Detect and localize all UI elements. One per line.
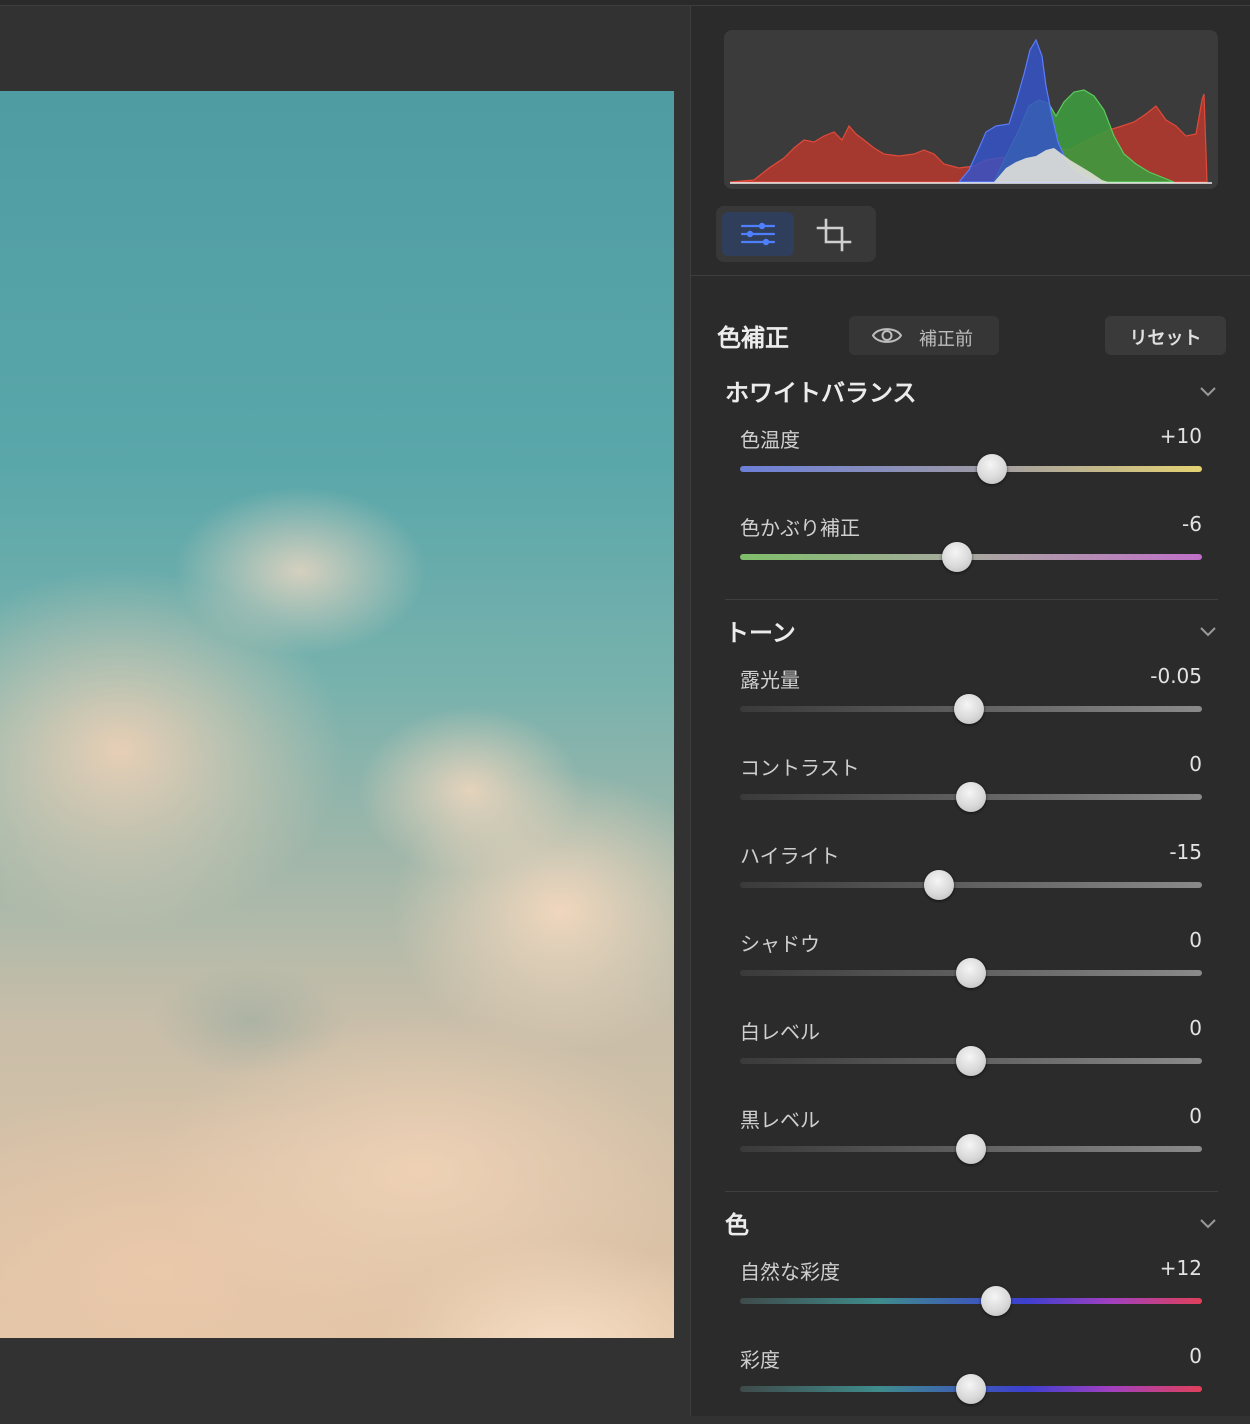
chevron-down-icon[interactable] <box>1196 619 1220 643</box>
slider-color-temperature: 色温度 +10 <box>740 424 1202 504</box>
slider-thumb[interactable] <box>953 694 984 724</box>
slider-label: 色温度 <box>740 428 800 452</box>
chevron-down-icon[interactable] <box>1196 379 1220 403</box>
slider-exposure: 露光量 -0.05 <box>740 664 1202 744</box>
slider-track[interactable] <box>740 1298 1202 1304</box>
section-title-tone[interactable]: トーン <box>725 613 796 648</box>
section-title-color[interactable]: 色 <box>725 1205 749 1240</box>
panel-title: 色補正 <box>717 324 789 352</box>
slider-shadows: シャドウ 0 <box>740 928 1202 1008</box>
slider-thumb[interactable] <box>956 1046 986 1076</box>
slider-tint: 色かぶり補正 -6 <box>740 512 1202 592</box>
slider-value[interactable]: +10 <box>1160 424 1202 448</box>
slider-value[interactable]: 0 <box>1189 1344 1202 1368</box>
slider-thumb[interactable] <box>956 1134 986 1164</box>
slider-value[interactable]: -0.05 <box>1150 664 1202 688</box>
slider-highlights: ハイライト -15 <box>740 840 1202 920</box>
section-divider <box>725 1191 1218 1192</box>
slider-label: 露光量 <box>740 668 800 692</box>
slider-value[interactable]: +12 <box>1160 1256 1202 1280</box>
slider-value[interactable]: -6 <box>1182 512 1202 536</box>
slider-track[interactable] <box>740 466 1202 472</box>
slider-thumb[interactable] <box>976 454 1007 484</box>
reset-button-label: リセット <box>1129 328 1202 349</box>
before-toggle-button[interactable]: 補正前 <box>849 316 999 355</box>
slider-blacks: 黒レベル 0 <box>740 1104 1202 1184</box>
photo-preview[interactable] <box>0 91 674 1338</box>
slider-label: ハイライト <box>740 844 840 868</box>
slider-thumb[interactable] <box>956 1374 986 1404</box>
slider-thumb[interactable] <box>956 782 986 812</box>
slider-label: 白レベル <box>740 1020 820 1044</box>
chevron-down-icon[interactable] <box>1196 1211 1220 1235</box>
histogram <box>724 30 1218 189</box>
slider-label: コントラスト <box>740 756 860 780</box>
eye-icon <box>871 328 903 343</box>
slider-value[interactable]: 0 <box>1189 928 1202 952</box>
slider-label: 彩度 <box>740 1348 780 1372</box>
image-canvas[interactable] <box>0 6 690 1416</box>
slider-label: 色かぶり補正 <box>740 516 860 540</box>
slider-value[interactable]: 0 <box>1189 1104 1202 1128</box>
crop-icon <box>816 218 852 252</box>
mode-toggle <box>716 206 876 262</box>
sliders-icon <box>740 222 776 246</box>
toolbar-divider <box>691 275 1250 276</box>
slider-vibrance: 自然な彩度 +12 <box>740 1256 1202 1336</box>
slider-thumb[interactable] <box>956 958 986 988</box>
slider-thumb[interactable] <box>923 870 954 900</box>
slider-value[interactable]: 0 <box>1189 1016 1202 1040</box>
slider-thumb[interactable] <box>981 1286 1012 1316</box>
slider-track[interactable] <box>740 882 1202 888</box>
slider-label: シャドウ <box>740 932 820 956</box>
slider-label: 自然な彩度 <box>740 1260 840 1284</box>
slider-label: 黒レベル <box>740 1108 820 1132</box>
slider-contrast: コントラスト 0 <box>740 752 1202 832</box>
slider-value[interactable]: -15 <box>1169 840 1202 864</box>
slider-saturation: 彩度 0 <box>740 1344 1202 1424</box>
reset-button[interactable]: リセット <box>1105 316 1226 355</box>
slider-thumb[interactable] <box>942 542 973 572</box>
adjust-mode-button[interactable] <box>722 212 794 256</box>
section-divider <box>725 599 1218 600</box>
adjustments-sidebar: 色補正 補正前 リセット ホワイトバランス 色温度 +10 色かぶり補正 -6 … <box>690 6 1250 1416</box>
crop-mode-button[interactable] <box>798 212 870 256</box>
slider-whites: 白レベル 0 <box>740 1016 1202 1096</box>
slider-value[interactable]: 0 <box>1189 752 1202 776</box>
before-toggle-label: 補正前 <box>919 329 973 350</box>
section-title-white-balance[interactable]: ホワイトバランス <box>725 373 917 408</box>
